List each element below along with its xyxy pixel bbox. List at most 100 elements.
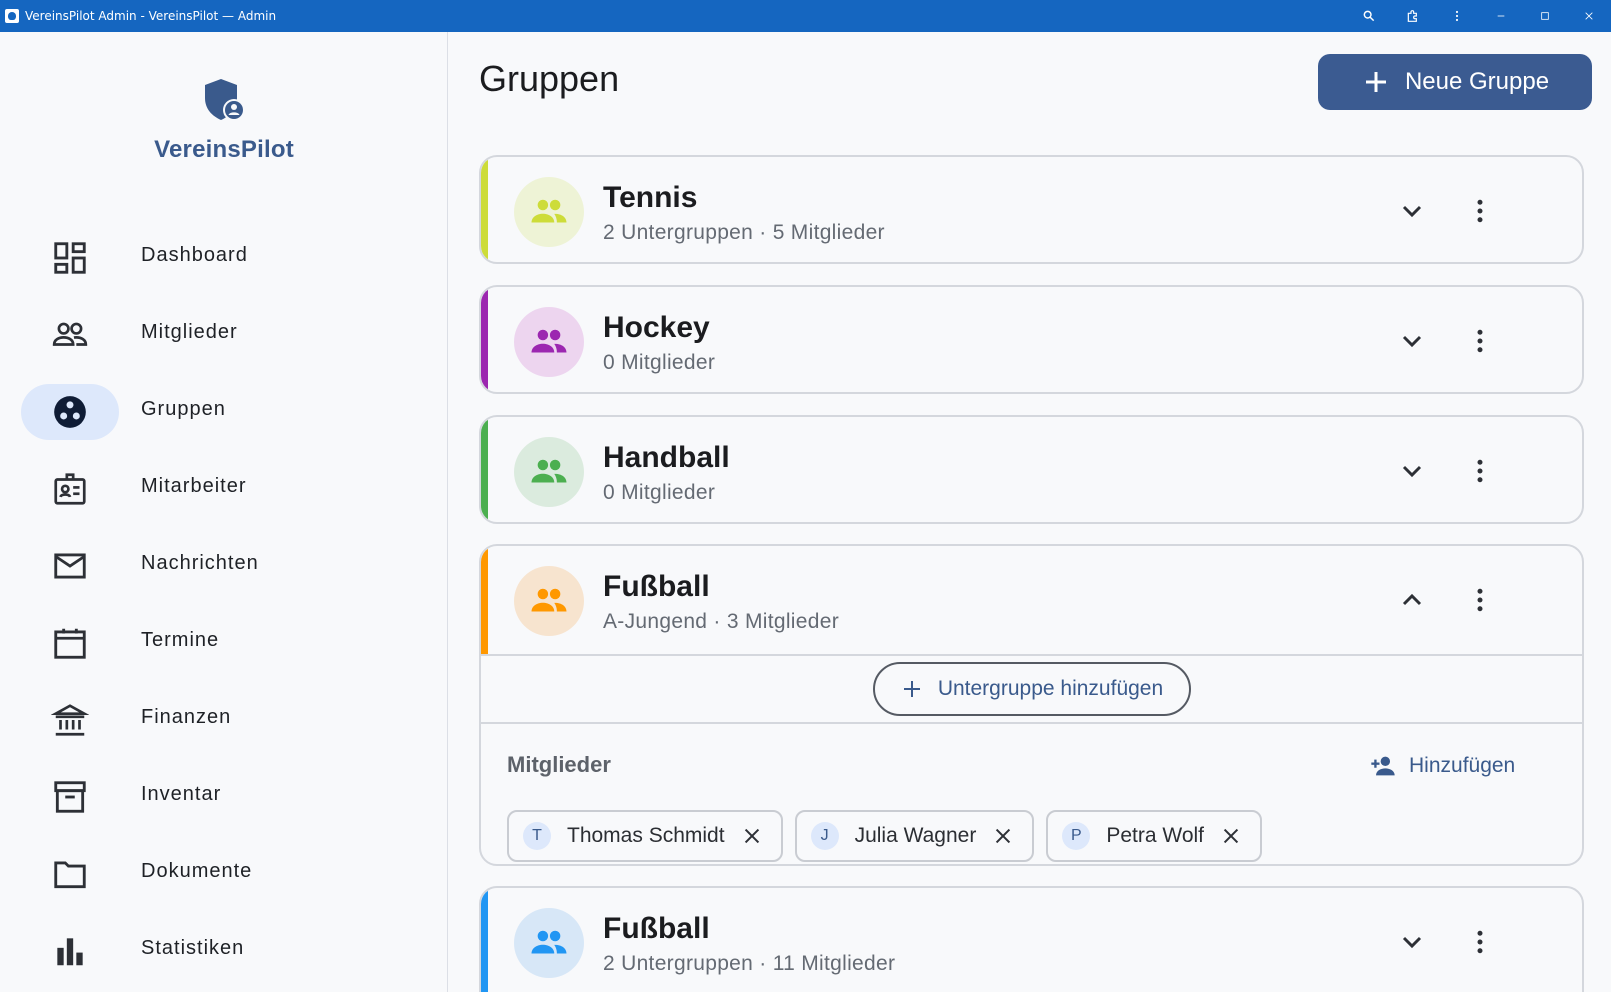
close-icon[interactable]: [1567, 0, 1611, 32]
group-menu-button[interactable]: [1458, 189, 1502, 233]
group-avatar: [514, 566, 584, 636]
sidebar-item-finanzen[interactable]: Finanzen: [0, 679, 448, 756]
sidebar-item-label: Mitarbeiter: [141, 475, 247, 497]
group-menu-button[interactable]: [1458, 920, 1502, 964]
remove-icon[interactable]: [992, 825, 1014, 847]
group-card-hockey: Hockey 0 Mitglieder: [479, 285, 1584, 394]
subgroup-row: Untergruppe hinzufügen: [481, 654, 1582, 724]
badge-icon: [54, 473, 86, 505]
add-subgroup-label: Untergruppe hinzufügen: [937, 677, 1164, 700]
expand-button[interactable]: [1390, 189, 1434, 233]
more-vert-icon: [1477, 199, 1483, 223]
group-avatar: [514, 908, 584, 978]
sidebar-item-label: Nachrichten: [141, 552, 259, 574]
collapse-button[interactable]: [1390, 578, 1434, 622]
member-chip[interactable]: P Petra Wolf: [1046, 810, 1262, 862]
members-title: Mitglieder: [507, 752, 611, 777]
chevron-up-icon: [1402, 593, 1422, 606]
member-initial: J: [810, 822, 839, 850]
expand-button[interactable]: [1390, 319, 1434, 363]
sidebar-item-label: Statistiken: [141, 937, 245, 959]
maximize-icon[interactable]: [1523, 0, 1567, 32]
page-title: Gruppen: [479, 58, 620, 99]
zoom-icon[interactable]: [1347, 0, 1391, 32]
group-menu-button[interactable]: [1458, 449, 1502, 493]
member-chips: T Thomas Schmidt J Julia Wagner P Petra …: [507, 810, 1274, 862]
member-initial: T: [523, 822, 551, 850]
add-subgroup-button[interactable]: Untergruppe hinzufügen: [872, 662, 1191, 716]
sidebar-item-inventar[interactable]: Inventar: [0, 756, 448, 833]
group-card-tennis: Tennis 2 Untergruppen · 5 Mitglieder: [479, 155, 1584, 264]
new-group-button[interactable]: Neue Gruppe: [1318, 54, 1592, 110]
plus-icon: [1365, 72, 1386, 92]
more-vert-icon: [1477, 459, 1483, 483]
main-content: Gruppen Neue Gruppe Tennis 2 Untergruppe…: [449, 32, 1611, 992]
sidebar-item-label: Termine: [141, 629, 220, 651]
plus-icon: [903, 681, 920, 697]
sidebar-item-dokumente[interactable]: Dokumente: [0, 833, 448, 910]
more-vert-icon: [1477, 329, 1483, 353]
mail-icon: [54, 553, 86, 579]
member-name: Thomas Schmidt: [567, 824, 725, 847]
remove-icon[interactable]: [741, 825, 763, 847]
group-icon: [531, 930, 567, 954]
chevron-down-icon: [1402, 936, 1422, 949]
folder-icon: [54, 861, 86, 889]
sidebar-item-label: Finanzen: [141, 706, 232, 728]
chevron-down-icon: [1402, 205, 1422, 218]
group-card-header[interactable]: Fußball A-Jungend · 3 Mitglieder: [481, 546, 1582, 654]
group-name: Fußball: [603, 570, 710, 603]
brand-name: VereinsPilot: [154, 136, 294, 163]
app-icon: [5, 9, 19, 23]
member-chip[interactable]: T Thomas Schmidt: [507, 810, 783, 862]
shield-user-icon: [205, 79, 245, 121]
add-member-button[interactable]: Hinzufügen: [1369, 752, 1515, 780]
group-card-fussball-expanded: Fußball A-Jungend · 3 Mitglieder Untergr…: [479, 544, 1584, 866]
sidebar-item-nachrichten[interactable]: Nachrichten: [0, 525, 448, 602]
window-title: VereinsPilot Admin - VereinsPilot — Admi…: [25, 9, 277, 23]
groups-icon: [54, 396, 86, 428]
group-menu-button[interactable]: [1458, 578, 1502, 622]
group-name: Handball: [603, 441, 730, 474]
expand-button[interactable]: [1390, 449, 1434, 493]
remove-icon[interactable]: [1220, 825, 1242, 847]
bank-icon: [51, 704, 89, 736]
chevron-down-icon: [1402, 465, 1422, 478]
new-group-label: Neue Gruppe: [1404, 68, 1550, 95]
group-meta: 2 Untergruppen · 5 Mitglieder: [603, 221, 885, 244]
group-menu-button[interactable]: [1458, 319, 1502, 363]
group-card-header[interactable]: Tennis 2 Untergruppen · 5 Mitglieder: [481, 157, 1582, 262]
chevron-down-icon: [1402, 335, 1422, 348]
group-card-handball: Handball 0 Mitglieder: [479, 415, 1584, 524]
brand: VereinsPilot: [0, 76, 448, 164]
member-chip[interactable]: J Julia Wagner: [794, 810, 1035, 862]
more-vert-icon: [1477, 930, 1483, 954]
add-member-label: Hinzufügen: [1409, 754, 1516, 777]
more-vert-icon[interactable]: [1435, 0, 1479, 32]
extensions-icon[interactable]: [1391, 0, 1435, 32]
group-icon: [531, 199, 567, 223]
group-avatar: [514, 437, 584, 507]
group-card-header[interactable]: Handball 0 Mitglieder: [481, 417, 1582, 522]
expand-button[interactable]: [1390, 920, 1434, 964]
member-name: Petra Wolf: [1106, 824, 1204, 847]
sidebar-item-mitglieder[interactable]: Mitglieder: [0, 294, 448, 371]
sidebar-item-mitarbeiter[interactable]: Mitarbeiter: [0, 448, 448, 525]
sidebar-item-dashboard[interactable]: Dashboard: [0, 217, 448, 294]
person-add-icon: [1371, 756, 1395, 776]
group-card-header[interactable]: Fußball 2 Untergruppen · 11 Mitglieder: [481, 888, 1582, 992]
minimize-icon[interactable]: [1479, 0, 1523, 32]
sidebar: VereinsPilot Dashboard Mitglieder Gruppe…: [0, 32, 448, 992]
sidebar-item-label: Dashboard: [141, 244, 248, 266]
group-card-fussball: Fußball 2 Untergruppen · 11 Mitglieder: [479, 886, 1584, 992]
member-name: Julia Wagner: [854, 824, 977, 847]
window-titlebar: VereinsPilot Admin - VereinsPilot — Admi…: [0, 0, 1611, 32]
sidebar-item-gruppen[interactable]: Gruppen: [0, 371, 448, 448]
sidebar-item-termine[interactable]: Termine: [0, 602, 448, 679]
members-section: Mitglieder Hinzufügen T Thomas Schmidt J…: [481, 724, 1582, 864]
sidebar-item-statistiken[interactable]: Statistiken: [0, 910, 448, 987]
bar-chart-icon: [57, 938, 83, 966]
group-card-header[interactable]: Hockey 0 Mitglieder: [481, 287, 1582, 392]
group-icon: [531, 329, 567, 353]
group-meta: 2 Untergruppen · 11 Mitglieder: [603, 952, 896, 975]
